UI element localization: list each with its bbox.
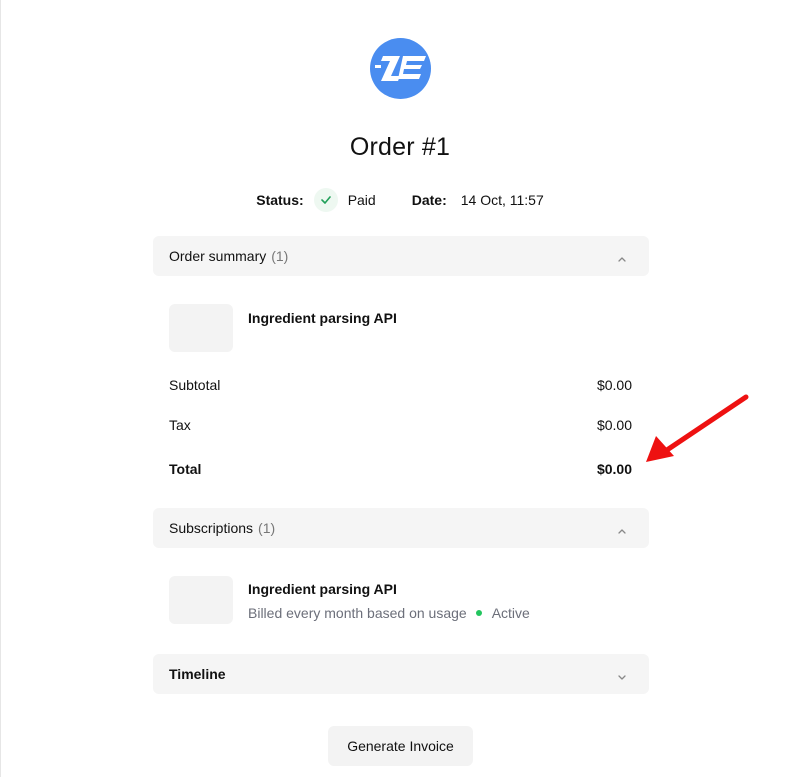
total-value: $0.00 (596, 461, 632, 477)
order-summary-title: Order summary (169, 248, 267, 264)
chevron-up-icon[interactable] (617, 250, 627, 266)
date-value: 14 Oct, 11:57 (460, 192, 544, 208)
brand-logo (370, 38, 431, 99)
product-thumbnail (169, 304, 233, 352)
chevron-down-icon[interactable] (617, 668, 627, 684)
window-border (0, 0, 1, 777)
page-title: Order #1 (349, 133, 451, 161)
subtotal-value: $0.00 (596, 377, 632, 393)
subscriptions-header[interactable]: Subscriptions (1) (153, 508, 649, 548)
active-status-dot (475, 610, 482, 616)
date-label: Date: (411, 192, 447, 208)
order-item-name: Ingredient parsing API (248, 310, 397, 326)
order-summary-count: (1) (271, 248, 289, 264)
check-icon (313, 188, 338, 212)
subtotal-row: Subtotal $0.00 (169, 377, 632, 393)
subtotal-label: Subtotal (169, 377, 221, 393)
subscription-item-name: Ingredient parsing API (248, 581, 397, 597)
subscription-thumbnail (169, 576, 233, 624)
total-label: Total (169, 461, 202, 477)
subscription-detail: Billed every month based on usage Active (248, 605, 530, 621)
tax-value: $0.00 (596, 417, 632, 433)
total-row: Total $0.00 (169, 461, 632, 477)
chevron-up-icon[interactable] (617, 522, 627, 538)
subscriptions-count: (1) (258, 520, 276, 536)
order-meta: Status: Paid Date: 14 Oct, 11:57 (0, 188, 787, 212)
generate-invoice-button[interactable]: Generate Invoice (328, 726, 473, 766)
subscription-state: Active (491, 605, 530, 621)
status-value: Paid (347, 192, 376, 208)
timeline-header[interactable]: Timeline (153, 654, 649, 694)
subscriptions-title: Subscriptions (169, 520, 254, 536)
order-summary-header[interactable]: Order summary (1) (153, 236, 649, 276)
timeline-title: Timeline (169, 666, 226, 682)
tax-row: Tax $0.00 (169, 417, 632, 433)
arrow-annotation (640, 390, 755, 475)
status-label: Status: (256, 192, 304, 208)
subscription-billing: Billed every month based on usage (248, 605, 467, 621)
tax-label: Tax (169, 417, 191, 433)
